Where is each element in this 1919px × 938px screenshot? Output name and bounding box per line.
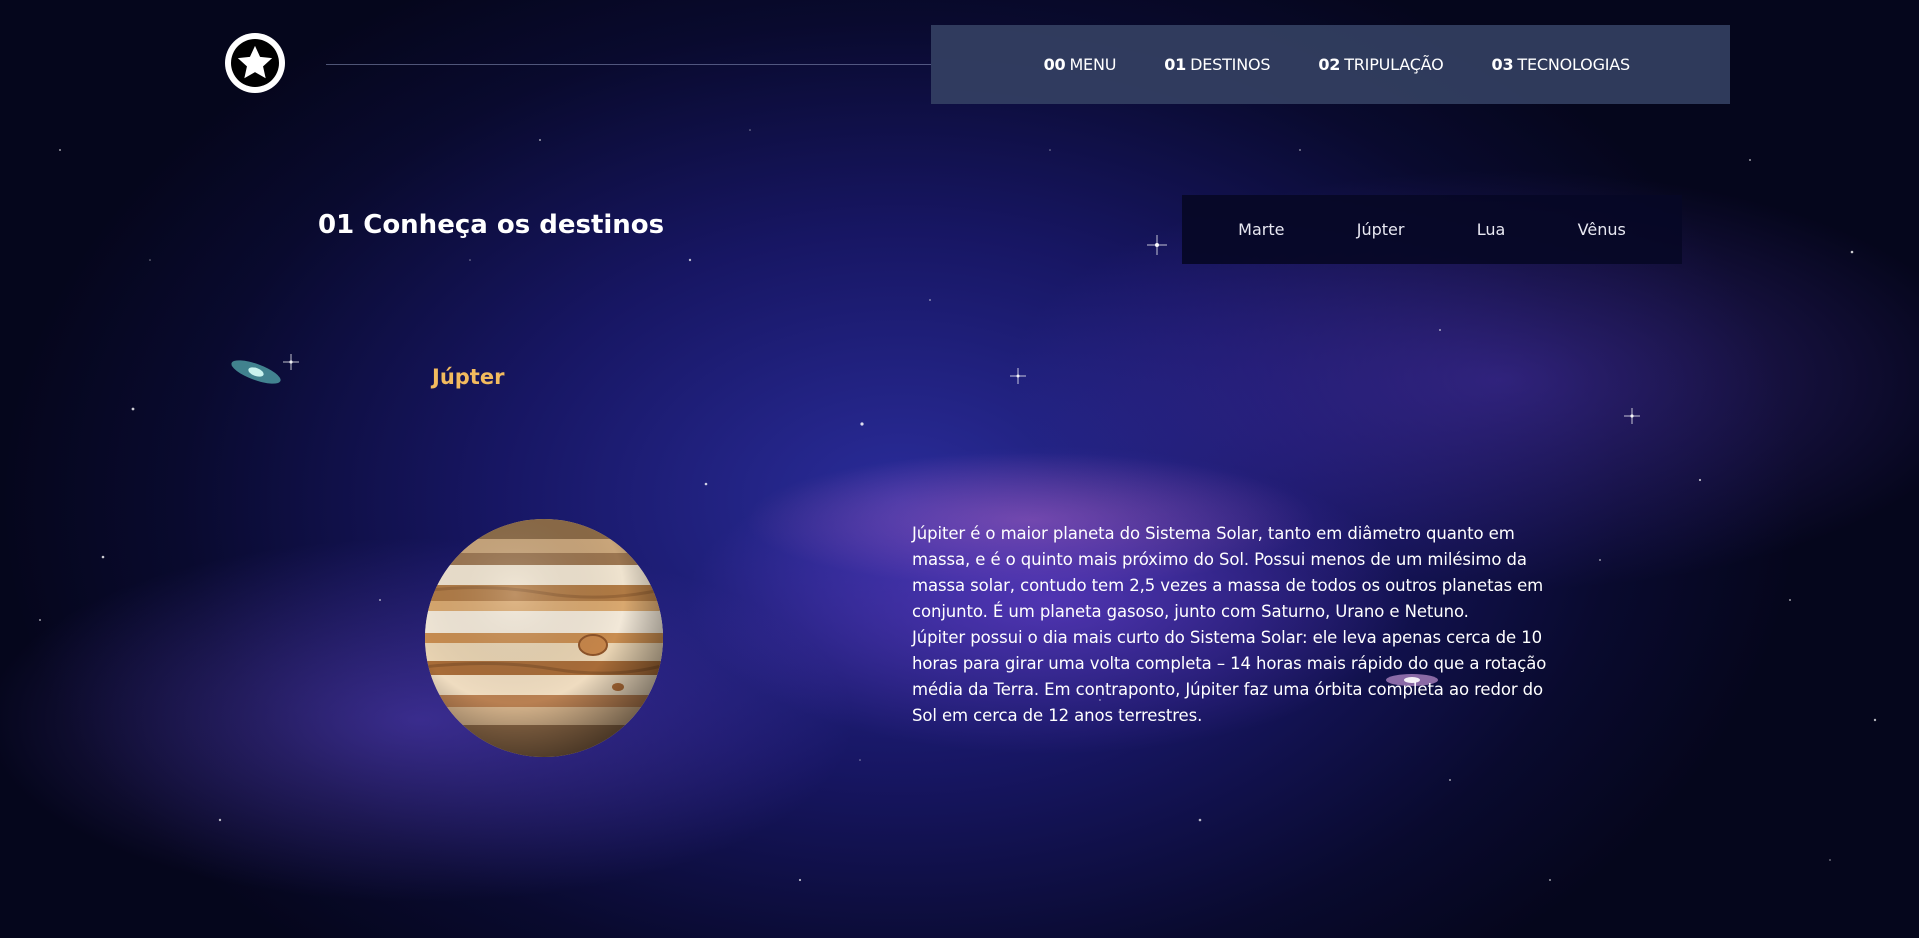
nav-item-number: 01 (1164, 55, 1187, 74)
description-paragraph: Júpiter é o maior planeta do Sistema Sol… (912, 524, 1544, 621)
nav-item-menu[interactable]: 00 MENU (1044, 55, 1117, 74)
star-icon (237, 45, 273, 79)
nav-item-label: TECNOLOGIAS (1517, 55, 1630, 74)
nav-item-number: 03 (1491, 55, 1514, 74)
tab-venus[interactable]: Vênus (1578, 220, 1626, 239)
nav-item-tripulacao[interactable]: 02 TRIPULAÇÃO (1318, 55, 1443, 74)
space-background (39, 129, 1877, 882)
top-navigation: 00 MENU 01 DESTINOS 02 TRIPULAÇÃO 03 TECNOLO… (931, 25, 1730, 104)
nav-item-label: TRIPULAÇÃO (1344, 55, 1444, 74)
nav-item-label: MENU (1069, 55, 1117, 74)
planet-description: Júpiter é o maior planeta do Sistema Sol… (912, 521, 1552, 729)
tab-marte[interactable]: Marte (1238, 220, 1284, 239)
header-divider (326, 64, 931, 65)
nav-item-label: DESTINOS (1190, 55, 1271, 74)
planet-name: Júpter (432, 365, 505, 389)
destination-tabs: Marte Júpter Lua Vênus (1182, 195, 1682, 264)
page-title: 01 Conheça os destinos (318, 210, 665, 240)
description-paragraph: Júpiter possui o dia mais curto do Siste… (912, 628, 1547, 725)
nav-item-number: 00 (1043, 55, 1066, 74)
jupiter-planet-image (425, 519, 663, 757)
tab-lua[interactable]: Lua (1477, 220, 1506, 239)
nav-item-tecnologias[interactable]: 03 TECNOLOGIAS (1491, 55, 1631, 74)
logo[interactable] (225, 33, 285, 93)
nav-item-number: 02 (1318, 55, 1341, 74)
nav-item-destinos[interactable]: 01 DESTINOS (1164, 55, 1270, 74)
tab-jupter[interactable]: Júpter (1357, 220, 1405, 239)
